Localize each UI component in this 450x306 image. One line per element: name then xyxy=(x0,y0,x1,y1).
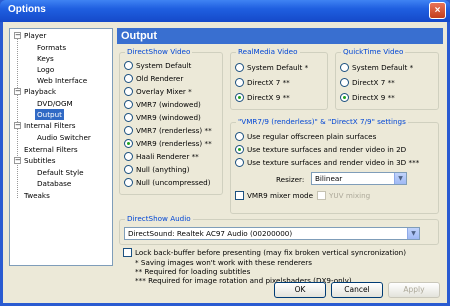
radio-vmr7-windowed[interactable]: VMR7 (windowed) xyxy=(124,99,201,110)
radio-rm-directx7[interactable]: DirectX 7 ** xyxy=(235,77,290,88)
radio-offscreen-surfaces[interactable]: Use regular offscreen plain surfaces xyxy=(235,131,376,142)
radio-icon xyxy=(124,126,133,135)
radio-icon xyxy=(124,87,133,96)
checkbox-icon xyxy=(235,191,244,200)
radio-icon xyxy=(235,158,244,167)
tree-item-audio-switcher[interactable]: Audio Switcher xyxy=(37,132,91,143)
group-title: RealMedia Video xyxy=(236,47,300,56)
collapse-icon[interactable]: − xyxy=(14,32,21,39)
radio-qt-directx7[interactable]: DirectX 7 ** xyxy=(340,77,395,88)
note-saving-images: * Saving images won't work with these re… xyxy=(135,258,312,267)
radio-selected-icon xyxy=(235,93,244,102)
close-button[interactable]: × xyxy=(429,2,446,19)
collapse-icon[interactable]: − xyxy=(14,157,21,164)
options-tree[interactable]: − Player Formats Keys Logo Web Interface… xyxy=(9,28,113,266)
group-title: DirectShow Audio xyxy=(125,214,193,223)
tree-item-subtitles[interactable]: Subtitles xyxy=(24,155,55,166)
window-title: Options xyxy=(8,4,46,15)
tree-item-logo[interactable]: Logo xyxy=(37,64,54,75)
radio-icon xyxy=(124,100,133,109)
tree-line xyxy=(17,39,18,198)
title-bar: Options × xyxy=(0,0,450,22)
radio-icon xyxy=(124,113,133,122)
audio-device-select[interactable]: DirectSound: Realtek AC97 Audio (0020000… xyxy=(124,227,420,240)
radio-rm-directx9[interactable]: DirectX 9 ** xyxy=(235,92,290,103)
radio-system-default[interactable]: System Default xyxy=(124,60,191,71)
radio-icon xyxy=(124,152,133,161)
radio-selected-icon xyxy=(124,139,133,148)
lock-backbuffer-checkbox[interactable]: Lock back-buffer before presenting (may … xyxy=(123,247,406,258)
tree-item-database[interactable]: Database xyxy=(37,178,71,189)
group-title: DirectShow Video xyxy=(125,47,193,56)
directshow-video-group: DirectShow Video System Default Old Rend… xyxy=(119,47,223,195)
tree-item-formats[interactable]: Formats xyxy=(37,42,66,53)
output-panel: Output DirectShow Video System Default O… xyxy=(117,28,443,260)
radio-icon xyxy=(124,165,133,174)
radio-icon xyxy=(124,61,133,70)
collapse-icon[interactable]: − xyxy=(14,122,21,129)
resizer-select[interactable]: Bilinear ▼ xyxy=(311,172,407,185)
radio-texture-3d[interactable]: Use texture surfaces and render video in… xyxy=(235,157,419,168)
radio-icon xyxy=(235,63,244,72)
tree-item-dvd-ogm[interactable]: DVD/OGM xyxy=(37,98,73,109)
tree-item-web-interface[interactable]: Web Interface xyxy=(37,75,87,86)
realmedia-video-group: RealMedia Video System Default * DirectX… xyxy=(230,47,328,110)
chevron-down-icon: ▼ xyxy=(407,228,419,239)
checkbox-icon xyxy=(123,248,132,257)
tree-item-playback[interactable]: Playback xyxy=(24,86,56,97)
radio-icon xyxy=(235,132,244,141)
yuv-mixing-checkbox[interactable]: YUV mixing xyxy=(317,190,370,201)
radio-vmr9-renderless[interactable]: VMR9 (renderless) ** xyxy=(124,138,212,149)
tree-item-output[interactable]: Output xyxy=(35,109,64,120)
radio-vmr9-windowed[interactable]: VMR9 (windowed) xyxy=(124,112,201,123)
radio-qt-system-default[interactable]: System Default * xyxy=(340,62,413,73)
note-subtitles: ** Required for loading subtitles xyxy=(135,267,251,276)
cancel-button[interactable]: Cancel xyxy=(331,282,383,298)
radio-null-anything[interactable]: Null (anything) xyxy=(124,164,190,175)
radio-old-renderer[interactable]: Old Renderer xyxy=(124,73,183,84)
ok-button[interactable]: OK xyxy=(274,282,326,298)
vmr-settings-group: "VMR7/9 (renderless)" & "DirectX 7/9" se… xyxy=(230,117,439,214)
collapse-icon[interactable]: − xyxy=(14,88,21,95)
chevron-down-icon: ▼ xyxy=(394,173,406,184)
close-icon: × xyxy=(434,5,441,16)
radio-icon xyxy=(340,78,349,87)
radio-icon xyxy=(124,74,133,83)
radio-rm-system-default[interactable]: System Default * xyxy=(235,62,308,73)
radio-selected-icon xyxy=(340,93,349,102)
tree-item-keys[interactable]: Keys xyxy=(37,53,54,64)
tree-item-default-style[interactable]: Default Style xyxy=(37,167,84,178)
group-title: "VMR7/9 (renderless)" & "DirectX 7/9" se… xyxy=(236,117,408,126)
radio-icon xyxy=(235,78,244,87)
radio-null-uncompressed[interactable]: Null (uncompressed) xyxy=(124,177,211,188)
group-title: QuickTime Video xyxy=(341,47,406,56)
directshow-audio-group: DirectShow Audio DirectSound: Realtek AC… xyxy=(119,214,439,245)
resizer-label: Resizer: xyxy=(276,175,305,184)
radio-vmr7-renderless[interactable]: VMR7 (renderless) ** xyxy=(124,125,212,136)
radio-texture-2d[interactable]: Use texture surfaces and render video in… xyxy=(235,144,406,155)
radio-overlay-mixer[interactable]: Overlay Mixer * xyxy=(124,86,192,97)
tree-item-player[interactable]: Player xyxy=(24,30,46,41)
apply-button[interactable]: Apply xyxy=(388,282,440,298)
radio-haali-renderer[interactable]: Haali Renderer ** xyxy=(124,151,199,162)
tree-item-internal-filters[interactable]: Internal Filters xyxy=(24,120,76,131)
radio-qt-directx9[interactable]: DirectX 9 ** xyxy=(340,92,395,103)
radio-selected-icon xyxy=(235,145,244,154)
checkbox-icon xyxy=(317,191,326,200)
tree-item-external-filters[interactable]: External Filters xyxy=(24,144,78,155)
quicktime-video-group: QuickTime Video System Default * DirectX… xyxy=(335,47,439,110)
tree-item-tweaks[interactable]: Tweaks xyxy=(24,190,50,201)
radio-icon xyxy=(340,63,349,72)
radio-icon xyxy=(124,178,133,187)
page-title: Output xyxy=(117,28,443,44)
vmr9-mixer-checkbox[interactable]: VMR9 mixer mode xyxy=(235,190,313,201)
dialog-body: − Player Formats Keys Logo Web Interface… xyxy=(3,22,447,303)
